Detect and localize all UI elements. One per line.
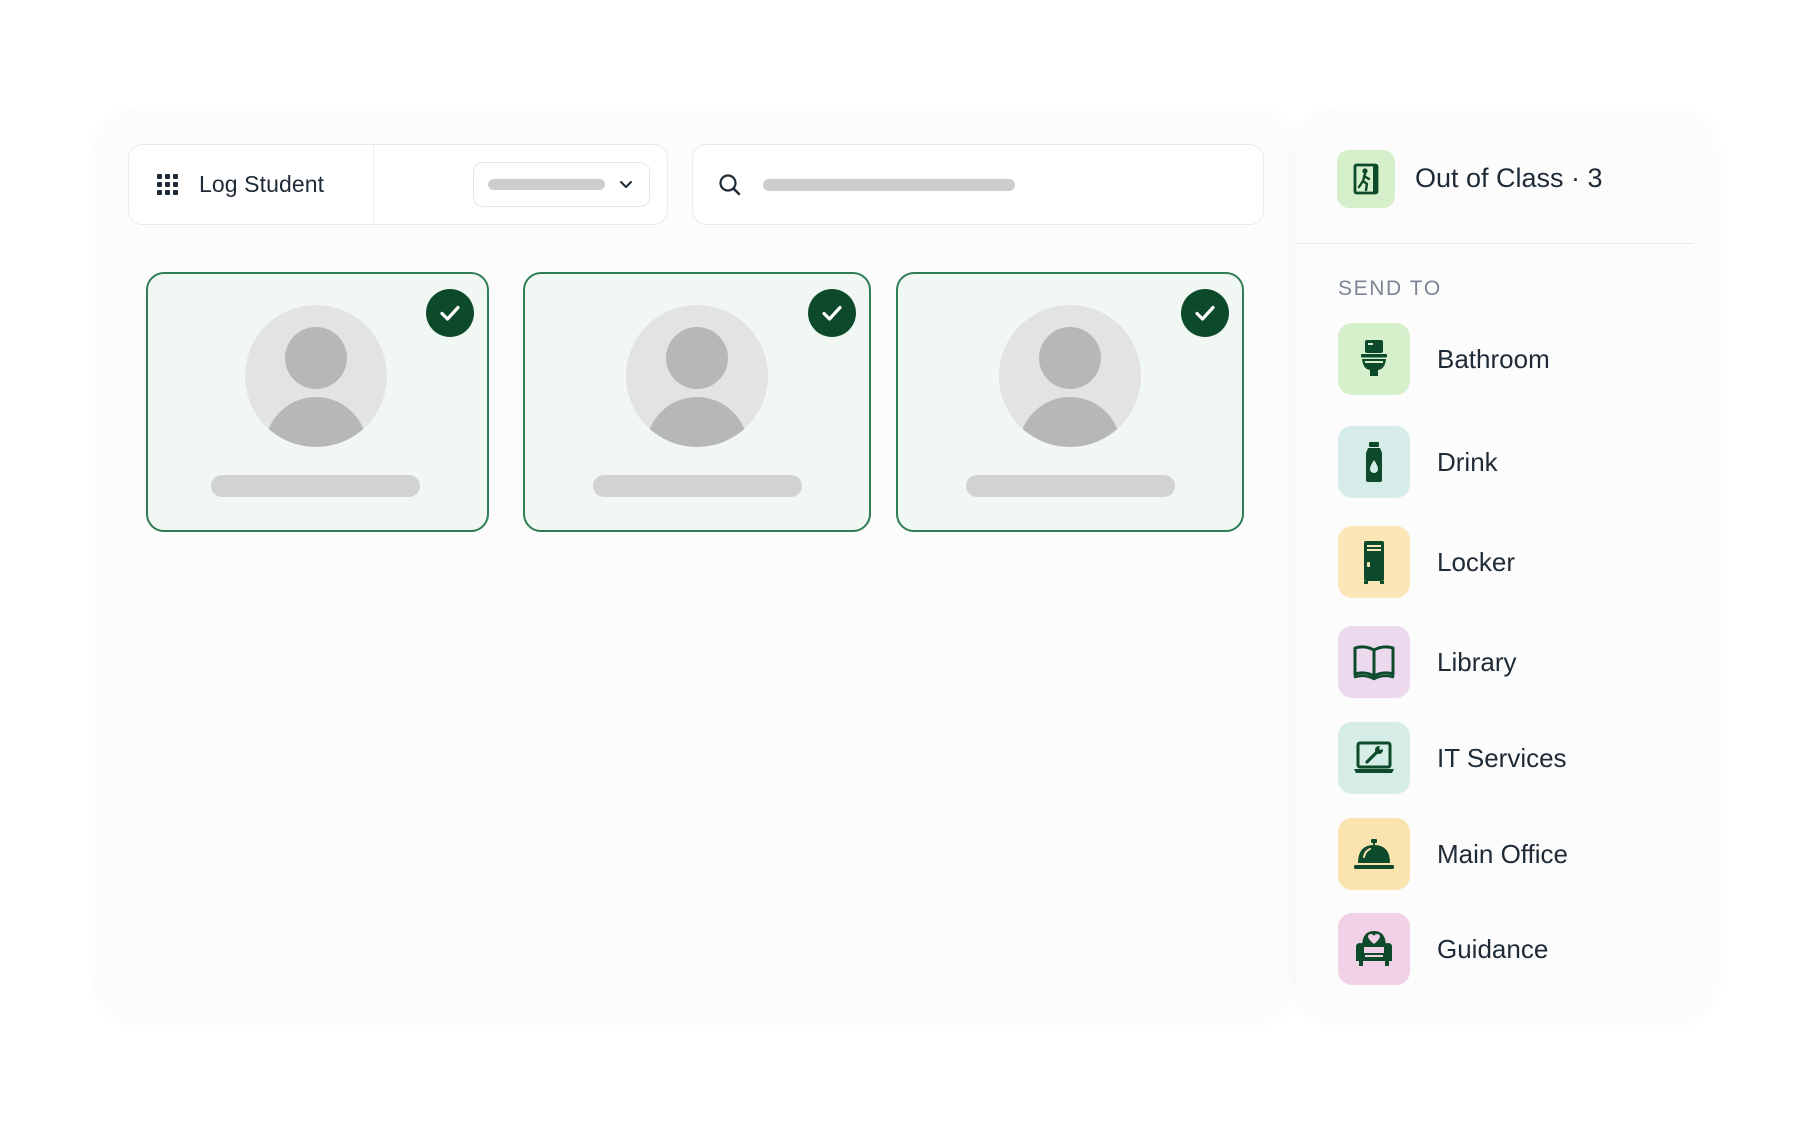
destination-main-office[interactable]: Main Office: [1338, 817, 1678, 891]
destination-it-services[interactable]: IT Services: [1338, 721, 1678, 795]
toilet-icon: [1338, 323, 1410, 395]
destination-guidance[interactable]: Guidance: [1338, 912, 1678, 986]
destination-label: Drink: [1437, 446, 1498, 477]
avatar: [626, 305, 768, 447]
destination-library[interactable]: Library: [1338, 625, 1678, 699]
out-of-class-label: Out of Class · 3: [1415, 163, 1603, 193]
log-student-label: Log Student: [199, 171, 325, 197]
destination-label: Library: [1437, 646, 1517, 677]
student-name-skeleton: [593, 475, 802, 497]
selected-check-icon: [1181, 289, 1229, 337]
main-panel: Log Student: [98, 114, 1292, 1020]
avatar: [999, 305, 1141, 447]
armchair-heart-icon: [1338, 913, 1410, 985]
destination-locker[interactable]: Locker: [1338, 525, 1678, 599]
search-placeholder-skeleton: [763, 178, 1015, 191]
student-card[interactable]: [146, 272, 489, 532]
destination-label: Main Office: [1437, 838, 1569, 869]
student-name-skeleton: [966, 475, 1175, 497]
send-to-heading: SEND TO: [1338, 277, 1442, 300]
book-icon: [1338, 626, 1410, 698]
destination-bathroom[interactable]: Bathroom: [1338, 322, 1678, 396]
log-student-button[interactable]: Log Student: [129, 145, 374, 224]
destination-label: IT Services: [1437, 742, 1567, 773]
chevron-down-icon: [620, 181, 632, 188]
laptop-wrench-icon: [1338, 722, 1410, 794]
log-student-bar: Log Student: [128, 144, 668, 225]
send-to-panel: Out of Class · 3 SEND TO Bathroom Drink: [1296, 114, 1714, 1020]
search-icon: [719, 173, 741, 195]
selected-check-icon: [426, 289, 474, 337]
destination-drink[interactable]: Drink: [1338, 425, 1678, 499]
student-card[interactable]: [523, 272, 871, 532]
destination-label: Guidance: [1437, 933, 1549, 964]
destination-label: Locker: [1437, 546, 1516, 577]
water-bottle-icon: [1338, 426, 1410, 498]
selected-check-icon: [808, 289, 856, 337]
filter-select[interactable]: [473, 162, 650, 207]
destination-label: Bathroom: [1437, 343, 1550, 374]
filter-select-value-skeleton: [488, 179, 605, 190]
student-name-skeleton: [211, 475, 420, 497]
grid-icon: [157, 173, 179, 196]
search-input[interactable]: [692, 144, 1264, 225]
locker-icon: [1338, 526, 1410, 598]
student-card[interactable]: [896, 272, 1244, 532]
out-of-class-header[interactable]: Out of Class · 3: [1296, 114, 1694, 244]
exit-door-icon: [1337, 149, 1395, 208]
avatar: [245, 305, 387, 447]
service-bell-icon: [1338, 818, 1410, 890]
